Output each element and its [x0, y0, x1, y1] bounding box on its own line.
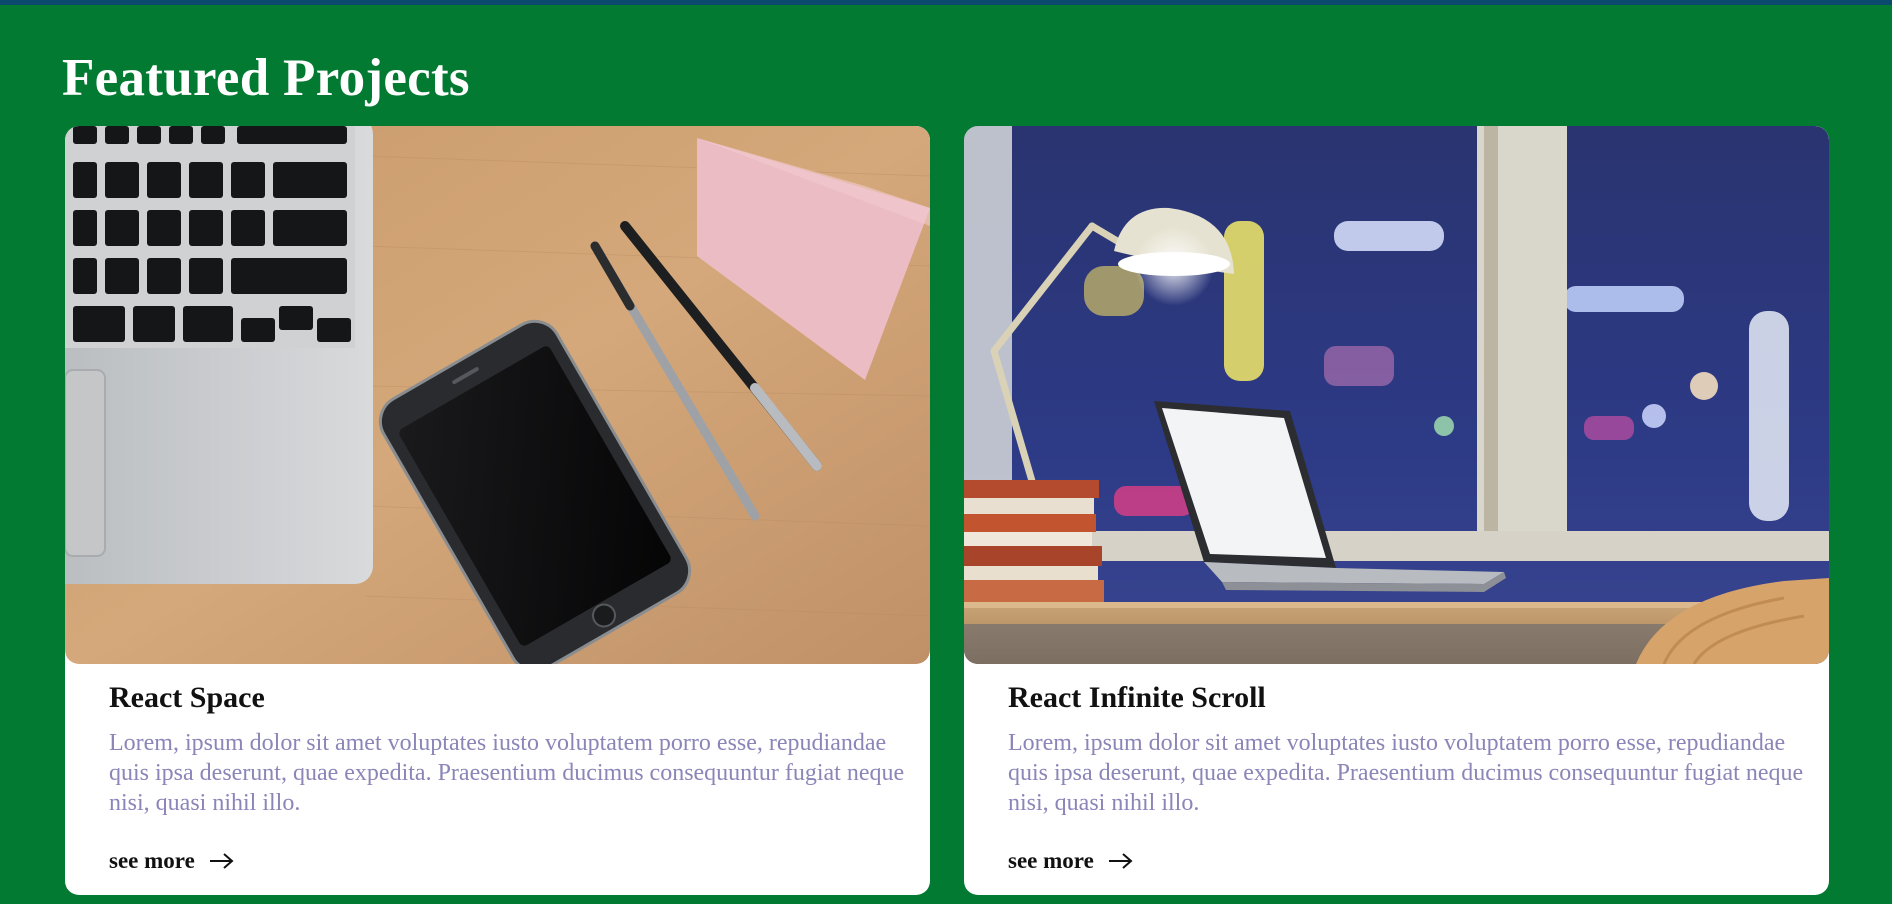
project-card-react-infinite-scroll: React Infinite Scroll Lorem, ipsum dolor…: [964, 126, 1829, 895]
project-description: Lorem, ipsum dolor sit amet voluptates i…: [1008, 730, 1804, 816]
arrow-right-icon: [209, 852, 235, 870]
project-title: React Infinite Scroll: [1008, 681, 1266, 714]
section-title: Featured Projects: [62, 49, 470, 107]
see-more-link[interactable]: see more: [109, 846, 235, 876]
project-description: Lorem, ipsum dolor sit amet voluptates i…: [109, 730, 905, 816]
project-title: React Space: [109, 681, 265, 714]
see-more-label: see more: [109, 848, 195, 873]
see-more-link[interactable]: see more: [1008, 846, 1134, 876]
arrow-right-icon: [1108, 852, 1134, 870]
see-more-label: see more: [1008, 848, 1094, 873]
project-image-laptop-night[interactable]: [964, 126, 1829, 664]
project-image-desk[interactable]: [65, 126, 930, 664]
project-card-react-space: React Space Lorem, ipsum dolor sit amet …: [65, 126, 930, 895]
top-bar: [0, 0, 1892, 5]
